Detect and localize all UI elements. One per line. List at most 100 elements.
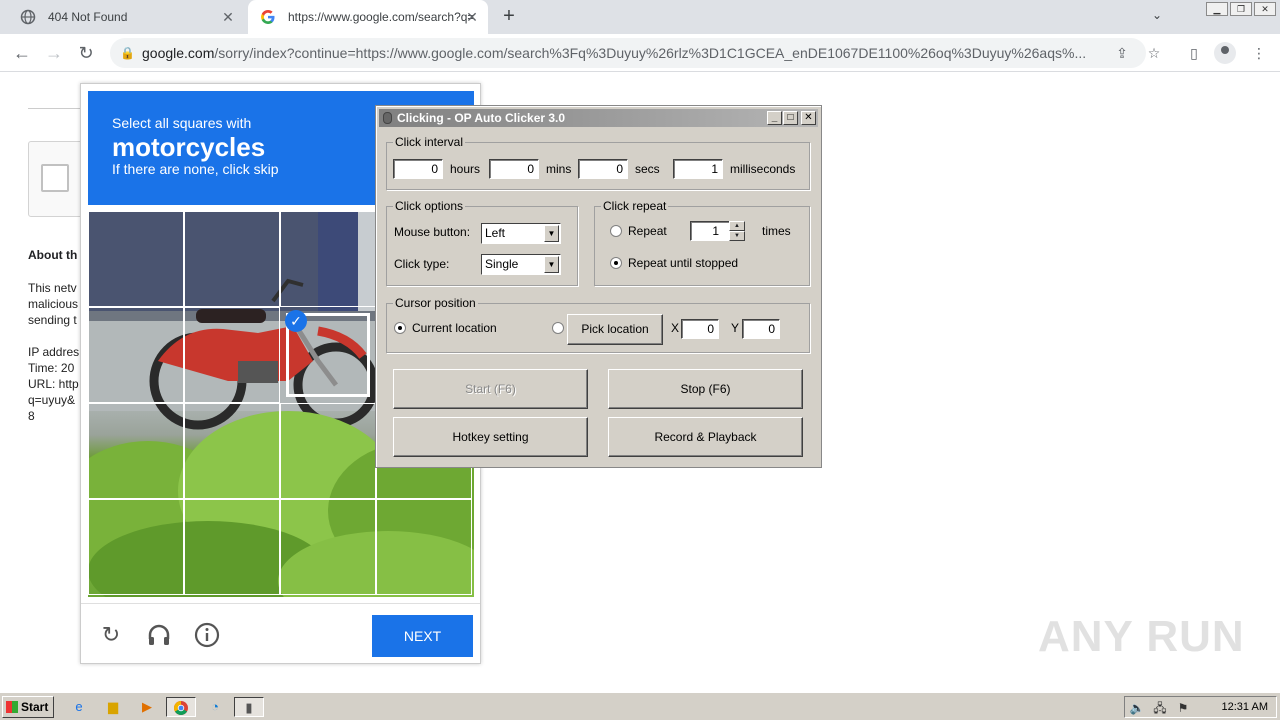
group-title: Click interval [393, 135, 466, 149]
folder-icon[interactable]: ▆ [100, 697, 126, 717]
milliseconds-input[interactable]: 1 [673, 159, 723, 179]
google-icon [260, 9, 276, 25]
dropdown-arrow-icon[interactable]: ▼ [544, 225, 559, 242]
reload-icon[interactable]: ↻ [98, 622, 124, 648]
kebab-menu-icon[interactable]: ⋮ [1250, 44, 1268, 62]
click-type-value: Single [485, 257, 519, 271]
hours-input[interactable]: 0 [393, 159, 443, 179]
share-icon[interactable]: ⇪ [1114, 45, 1130, 61]
clock: 12:31 AM [1221, 701, 1268, 713]
grid-cell[interactable] [88, 307, 184, 403]
body-text: sending t [28, 313, 77, 327]
grid-cell[interactable] [88, 211, 184, 307]
minimize-button[interactable]: ▁ [1206, 2, 1228, 16]
grid-cell[interactable] [376, 499, 472, 595]
tab-404[interactable]: 404 Not Found ✕ [8, 0, 244, 34]
challenge-footer: ↻ NEXT [81, 603, 480, 663]
body-text: URL: http [28, 377, 79, 391]
maximize-button[interactable]: □ [783, 111, 798, 125]
repeat-count-stepper[interactable]: ▲ ▼ [729, 221, 745, 241]
grid-cell[interactable] [280, 211, 376, 307]
start-button[interactable]: Start [2, 696, 54, 718]
close-button[interactable]: ✕ [801, 111, 816, 125]
grid-cell[interactable] [184, 403, 280, 499]
start-button[interactable]: Start (F6) [393, 369, 588, 409]
next-button[interactable]: NEXT [372, 615, 473, 657]
info-icon[interactable] [194, 622, 220, 648]
x-input[interactable]: 0 [681, 319, 719, 339]
recaptcha-checkbox-box[interactable] [28, 141, 88, 217]
click-type-label: Click type: [394, 257, 450, 271]
tab-title: 404 Not Found [48, 10, 128, 24]
group-title: Click options [393, 199, 466, 213]
chrome-icon[interactable] [166, 697, 196, 717]
window-title-bar[interactable]: Clicking - OP Auto Clicker 3.0 _ □ ✕ [379, 109, 818, 127]
stop-button[interactable]: Stop (F6) [608, 369, 803, 409]
repeat-count-input[interactable]: 1 [690, 221, 730, 241]
grid-cell[interactable] [280, 499, 376, 595]
reload-icon[interactable]: ↻ [73, 40, 99, 66]
chevron-down-icon[interactable]: ⌄ [1152, 8, 1162, 22]
hours-label: hours [450, 162, 481, 176]
back-arrow-icon[interactable]: ← [9, 40, 35, 66]
network-icon[interactable]: 🖧 [1152, 700, 1168, 716]
grid-cell[interactable] [184, 211, 280, 307]
pick-location-button[interactable]: Pick location [567, 314, 663, 345]
hotkey-setting-button[interactable]: Hotkey setting [393, 417, 588, 457]
minimize-button[interactable]: _ [767, 111, 782, 125]
edge-icon[interactable]: ◔ [202, 697, 228, 717]
close-window-button[interactable]: ✕ [1254, 2, 1276, 16]
tab-title: https://www.google.com/search?q= [288, 10, 475, 24]
mins-label: mins [546, 162, 572, 176]
tab-bar: 404 Not Found ✕ https://www.google.com/s… [0, 0, 1280, 34]
restore-button[interactable]: ❐ [1230, 2, 1252, 16]
mouse-button-select[interactable]: Left ▼ [481, 223, 561, 244]
mouse-button-value: Left [485, 226, 506, 240]
grid-cell[interactable] [184, 499, 280, 595]
group-title: Cursor position [393, 296, 478, 310]
repeat-radio[interactable] [610, 225, 622, 237]
globe-icon [20, 9, 36, 25]
current-location-radio[interactable] [394, 322, 406, 334]
secs-input[interactable]: 0 [578, 159, 628, 179]
click-repeat-group: Click repeat [594, 199, 810, 286]
stepper-up-icon[interactable]: ▲ [729, 221, 745, 231]
checkbox[interactable] [41, 164, 69, 192]
side-panel-icon[interactable]: ▯ [1185, 44, 1203, 62]
tab-google[interactable]: https://www.google.com/search?q= ✕ [248, 0, 488, 34]
record-playback-button[interactable]: Record & Playback [608, 417, 803, 457]
grid-cell[interactable] [88, 403, 184, 499]
click-type-select[interactable]: Single ▼ [481, 254, 561, 275]
grid-cell[interactable] [88, 499, 184, 595]
flag-icon[interactable]: ⚑ [1175, 700, 1191, 716]
speaker-icon[interactable]: 🔈 [1129, 700, 1145, 716]
close-icon[interactable]: ✕ [464, 9, 480, 25]
media-player-icon[interactable]: ▶ [134, 697, 160, 717]
body-text: malicious [28, 297, 79, 311]
profile-avatar[interactable] [1214, 42, 1236, 64]
close-icon[interactable]: ✕ [220, 9, 236, 25]
section-heading: About th [28, 248, 78, 262]
grid-cell[interactable] [280, 403, 376, 499]
ie-icon[interactable]: e [66, 697, 92, 717]
url-path: /sorry/index?continue=https://www.google… [214, 45, 1087, 61]
dropdown-arrow-icon[interactable]: ▼ [544, 256, 559, 273]
mins-input[interactable]: 0 [489, 159, 539, 179]
y-input[interactable]: 0 [742, 319, 780, 339]
window-title: Clicking - OP Auto Clicker 3.0 [397, 111, 566, 125]
headphones-icon[interactable] [146, 622, 172, 648]
bookmark-star-icon[interactable]: ☆ [1146, 45, 1162, 61]
stepper-down-icon[interactable]: ▼ [729, 231, 745, 241]
forward-arrow-icon[interactable]: → [41, 40, 67, 66]
repeat-until-stopped-radio[interactable] [610, 257, 622, 269]
repeat-label: Repeat [628, 224, 667, 238]
address-bar[interactable]: 🔒 google.com/sorry/index?continue=https:… [110, 38, 1146, 68]
url-host: google.com [142, 45, 215, 61]
watermark-logo: ANY RUN [1038, 612, 1245, 661]
grid-cell[interactable] [184, 307, 280, 403]
mouse-icon[interactable]: ▮ [234, 697, 264, 717]
new-tab-button[interactable]: + [498, 6, 520, 28]
group-title: Click repeat [601, 199, 669, 213]
milliseconds-label: milliseconds [730, 162, 796, 176]
pick-location-radio[interactable] [552, 322, 564, 334]
